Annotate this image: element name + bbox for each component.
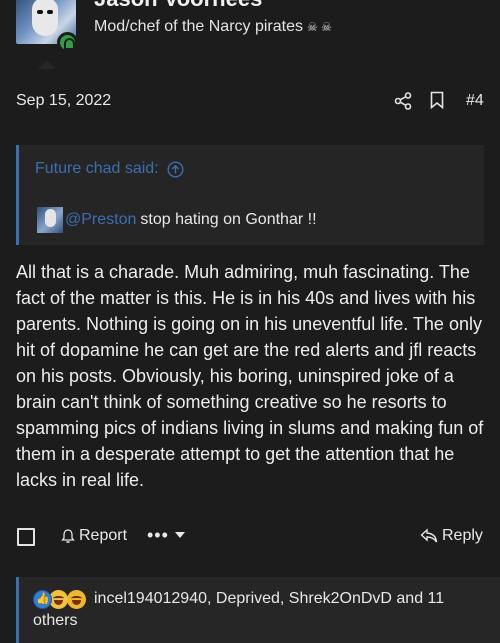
post-actions: Report ••• Reply [0,520,500,556]
jump-to-quote-icon[interactable] [167,160,184,178]
quote-author[interactable]: Future chad said: [35,160,159,178]
reply-button[interactable]: Reply [420,527,483,545]
user-arrow-pointer [38,60,56,69]
reactions-text-line1: incel194012940, Deprived, Shrek2OnDvD an… [94,590,445,607]
user-title-text: Mod/chef of the Narcy pirates [94,18,303,35]
bookmark-icon[interactable] [430,91,444,109]
user-title: Mod/chef of the Narcy pirates ☠ ☠ [94,18,332,36]
reactions-text-line2: others [33,612,78,629]
quote-text: stop hating on Gonthar !! [140,211,317,228]
post-number[interactable]: #4 [466,92,484,110]
reactions-bar: incel194012940, Deprived, Shrek2OnDvD an… [16,577,500,643]
quote-attribution[interactable]: Future chad said: [35,160,184,178]
report-icon [61,529,75,543]
user-header: Jason Voorhees Mod/chef of the Narcy pir… [0,0,500,70]
user-name[interactable]: Jason Voorhees [94,0,262,12]
quote-content: @Preston stop hating on Gonthar !! [37,207,317,233]
post-page: Jason Voorhees Mod/chef of the Narcy pir… [0,0,500,643]
chevron-down-icon [174,532,185,538]
post-meta: Sep 15, 2022 #4 [0,78,500,126]
more-options-button[interactable]: ••• [147,526,185,544]
select-checkbox[interactable] [17,528,35,546]
mention-link[interactable]: @Preston [65,211,136,229]
like-icon [33,590,52,609]
post-body: All that is a charade. Muh admiring, muh… [16,262,484,490]
thinking-icon [67,590,86,609]
quote-block: Future chad said: @Preston stop hating o… [16,145,484,245]
online-status-icon [57,32,78,53]
more-dots: ••• [147,525,169,545]
reactions-list[interactable]: incel194012940, Deprived, Shrek2OnDvD an… [33,588,494,629]
reaction-icons[interactable] [33,590,93,610]
report-label: Report [79,527,128,544]
share-icon[interactable] [394,92,412,110]
reply-label: Reply [442,527,483,544]
mention-avatar [37,207,63,233]
skull-emoji: ☠ ☠ [306,20,332,34]
reply-icon [420,528,438,543]
post-date[interactable]: Sep 15, 2022 [16,92,111,110]
report-button[interactable]: Report [60,527,127,545]
